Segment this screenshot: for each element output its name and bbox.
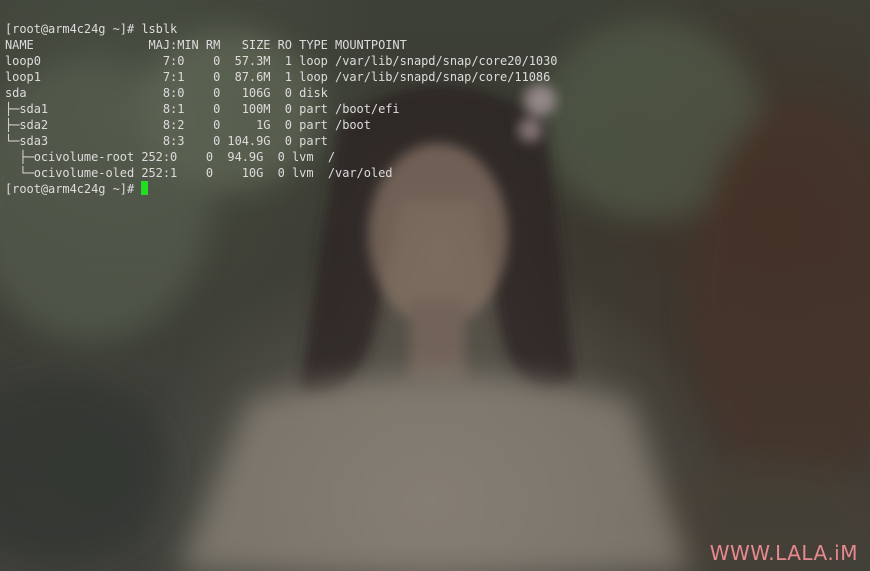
lsblk-header-row: NAME MAJ:MIN RM SIZE RO TYPE MOUNTPOINT: [5, 38, 407, 52]
shell-prompt: [root@arm4c24g ~]#: [5, 182, 142, 196]
lsblk-row-ocivolume-root: ├─ocivolume-root 252:0 0 94.9G 0 lvm /: [5, 150, 336, 164]
lsblk-row-loop1: loop1 7:1 0 87.6M 1 loop /var/lib/snapd/…: [5, 70, 551, 84]
terminal-window[interactable]: [root@arm4c24g ~]# lsblk NAME MAJ:MIN RM …: [0, 0, 870, 571]
terminal-cursor: [141, 181, 149, 195]
lsblk-row-sda1: ├─sda1 8:1 0 100M 0 part /boot/efi: [5, 102, 400, 116]
lsblk-row-loop0: loop0 7:0 0 57.3M 1 loop /var/lib/snapd/…: [5, 54, 558, 68]
command-line: [root@arm4c24g ~]# lsblk: [5, 22, 178, 36]
lsblk-row-sda2: ├─sda2 8:2 0 1G 0 part /boot: [5, 118, 371, 132]
lsblk-row-sda3: └─sda3 8:3 0 104.9G 0 part: [5, 134, 328, 148]
prompt-line[interactable]: [root@arm4c24g ~]#: [5, 181, 557, 197]
watermark: WWW.LALA.iM: [709, 541, 858, 565]
lsblk-row-sda: sda 8:0 0 106G 0 disk: [5, 86, 328, 100]
terminal-output: [root@arm4c24g ~]# lsblk NAME MAJ:MIN RM …: [5, 21, 558, 197]
lsblk-row-ocivolume-oled: └─ocivolume-oled 252:1 0 10G 0 lvm /var/…: [5, 166, 393, 180]
